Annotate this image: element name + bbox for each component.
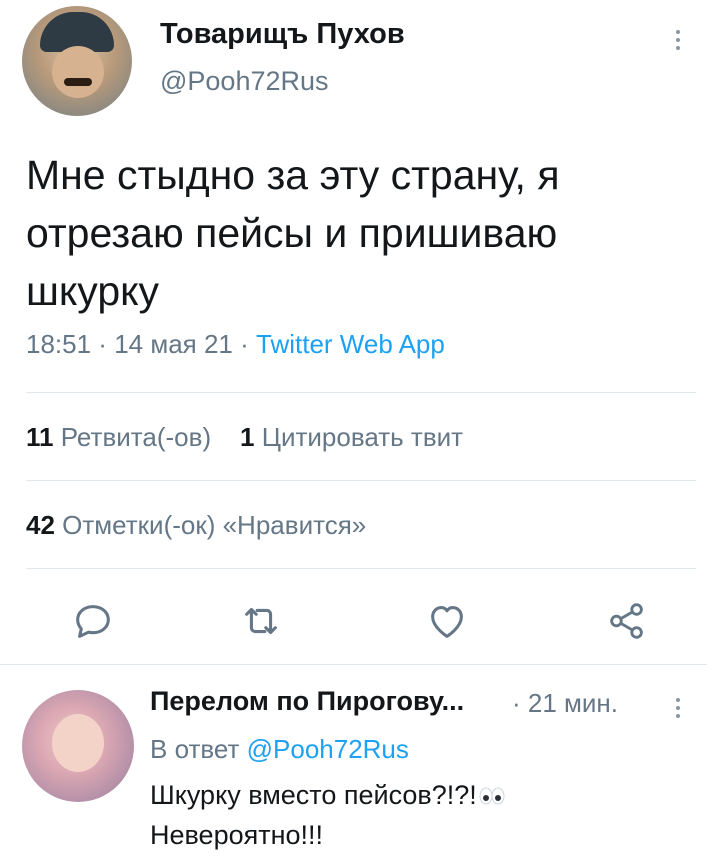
reply-to-prefix: В ответ bbox=[150, 734, 240, 764]
reply-author-name[interactable]: Перелом по Пирогову... bbox=[150, 686, 464, 717]
separator: · bbox=[91, 329, 115, 359]
reply-text-line2: Невероятно!!! bbox=[150, 819, 324, 850]
reply-time[interactable]: · 21 мин. bbox=[512, 688, 618, 719]
tweet-source[interactable]: Twitter Web App bbox=[256, 329, 445, 359]
reply-more-options-icon[interactable] bbox=[676, 694, 680, 722]
reply-text-line1: Шкурку вместо пейсов?!?! bbox=[150, 780, 477, 810]
reply-icon bbox=[76, 605, 110, 638]
reply-time-value: 21 мин. bbox=[527, 688, 619, 718]
share-icon bbox=[610, 603, 643, 639]
reply-text: Шкурку вместо пейсов?!?! Невероятно!!! bbox=[150, 776, 690, 854]
avatar-mustache bbox=[64, 78, 92, 86]
divider bbox=[26, 480, 696, 481]
like-button[interactable] bbox=[424, 598, 470, 644]
eyes-emoji-icon bbox=[477, 778, 507, 816]
separator: · bbox=[232, 329, 256, 359]
divider bbox=[26, 568, 696, 569]
reply-author-avatar[interactable] bbox=[22, 690, 134, 802]
share-button[interactable] bbox=[604, 598, 650, 644]
avatar-face bbox=[52, 714, 104, 772]
divider bbox=[0, 664, 707, 665]
author-handle[interactable]: @Pooh72Rus bbox=[160, 66, 329, 97]
divider bbox=[26, 392, 696, 393]
likes-stats[interactable]: 42 Отметки(-ок) «Нравится» bbox=[26, 510, 366, 541]
quotes-count: 1 bbox=[240, 422, 255, 452]
reply-to-mention[interactable]: @Pooh72Rus bbox=[247, 734, 409, 764]
reply-to-line: В ответ @Pooh72Rus bbox=[150, 734, 409, 765]
likes-count: 42 bbox=[26, 510, 55, 540]
retweets-count: 11 bbox=[26, 422, 54, 452]
retweets-link[interactable]: 11 Ретвита(-ов) bbox=[26, 422, 211, 452]
retweet-icon bbox=[245, 607, 277, 635]
like-icon bbox=[431, 606, 463, 638]
tweet-text: Мне стыдно за эту страну, я отрезаю пейс… bbox=[26, 152, 560, 314]
retweet-stats: 11 Ретвита(-ов) 1 Цитировать твит bbox=[26, 422, 463, 453]
likes-label: Отметки(-ок) «Нравится» bbox=[62, 510, 367, 540]
quotes-link[interactable]: 1 Цитировать твит bbox=[240, 422, 463, 452]
reply-button[interactable] bbox=[70, 598, 116, 644]
tweet-meta: 18:51 · 14 мая 21 · Twitter Web App bbox=[26, 329, 445, 360]
author-name[interactable]: Товарищъ Пухов bbox=[160, 18, 405, 51]
retweets-label: Ретвита(-ов) bbox=[60, 422, 212, 452]
tweet-date[interactable]: 14 мая 21 bbox=[114, 329, 233, 359]
quotes-label: Цитировать твит bbox=[261, 422, 464, 452]
tweet-time[interactable]: 18:51 bbox=[26, 329, 91, 359]
author-avatar[interactable] bbox=[22, 6, 132, 116]
more-options-icon[interactable] bbox=[676, 26, 680, 54]
retweet-button[interactable] bbox=[238, 598, 284, 644]
avatar-face bbox=[52, 46, 104, 98]
